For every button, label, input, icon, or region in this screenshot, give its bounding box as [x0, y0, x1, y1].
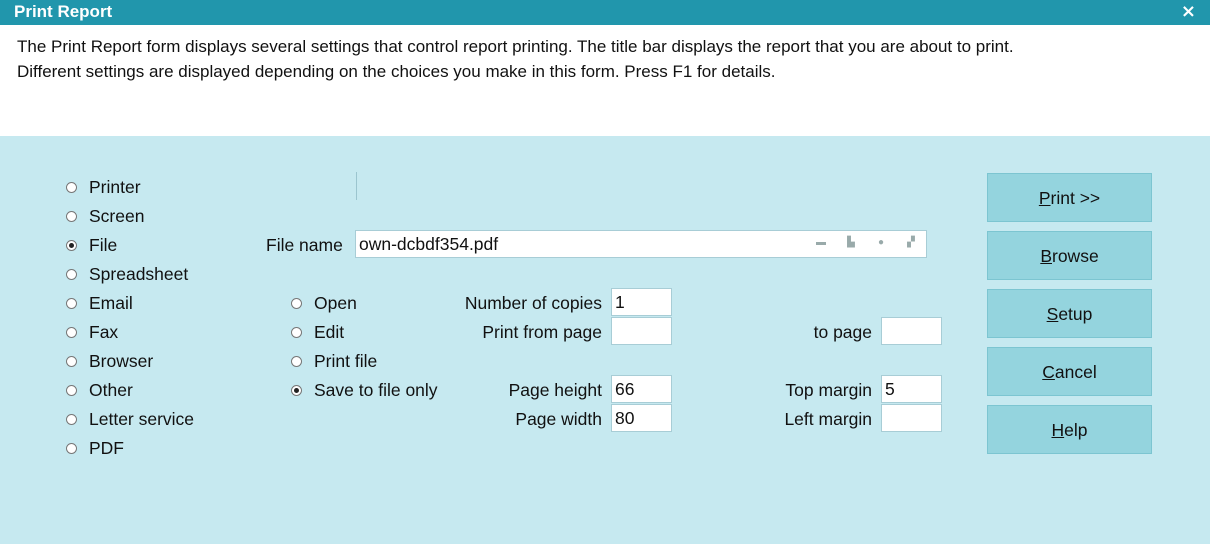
radio-label: Print file [314, 350, 378, 371]
browse-label: rowse [1052, 246, 1099, 266]
radio-label: PDF [89, 437, 124, 458]
radio-icon [66, 384, 77, 396]
cancel-label: ancel [1054, 362, 1097, 382]
radio-other[interactable]: Other [66, 378, 133, 402]
folder-icon[interactable]: ▬ [814, 237, 828, 249]
radio-label: Browser [89, 350, 154, 371]
setup-button[interactable]: Setup [987, 289, 1152, 338]
from-page-label: Print from page [482, 322, 602, 342]
radio-open[interactable]: Open [291, 291, 357, 315]
radio-print-file[interactable]: Print file [291, 349, 377, 373]
radio-checked-icon [66, 239, 77, 251]
top-margin-label: Top margin [785, 380, 872, 400]
radio-email[interactable]: Email [66, 291, 133, 315]
radio-icon [66, 442, 77, 454]
radio-label: Other [89, 379, 133, 400]
clear-icon[interactable]: ● [874, 237, 888, 249]
file-name-value: own-dcbdf354.pdf [359, 234, 499, 254]
file-name-label: File name [266, 235, 343, 255]
radio-spreadsheet[interactable]: Spreadsheet [66, 262, 188, 286]
copies-input[interactable]: 1 [611, 288, 672, 316]
vertical-divider [356, 172, 357, 200]
file-name-input[interactable]: own-dcbdf354.pdf ▬ ▙ ● ▞ [355, 230, 927, 258]
help-accel: H [1051, 420, 1065, 440]
radio-label: Printer [89, 176, 141, 197]
radio-edit[interactable]: Edit [291, 320, 344, 344]
radio-icon [66, 210, 77, 222]
radio-letter-service[interactable]: Letter service [66, 407, 194, 431]
from-page-input[interactable] [611, 317, 672, 345]
file-icons: ▬ ▙ ● ▞ [814, 237, 918, 249]
radio-icon [291, 297, 302, 309]
radio-pdf[interactable]: PDF [66, 436, 124, 460]
radio-label: File [89, 234, 118, 255]
close-icon[interactable]: × [1181, 1, 1196, 22]
radio-browser[interactable]: Browser [66, 349, 153, 373]
print-button[interactable]: Print >> [987, 173, 1152, 222]
print-label: rint >> [1050, 188, 1101, 208]
radio-label: Email [89, 292, 133, 313]
setup-label: etup [1058, 304, 1093, 324]
radio-file[interactable]: File [66, 233, 117, 257]
radio-icon [66, 326, 77, 338]
radio-fax[interactable]: Fax [66, 320, 118, 344]
radio-screen[interactable]: Screen [66, 204, 144, 228]
copies-label: Number of copies [464, 293, 602, 313]
browse-accel: B [1040, 246, 1052, 266]
top-margin-input[interactable]: 5 [881, 375, 942, 403]
radio-icon [66, 181, 77, 193]
page-height-label: Page height [508, 380, 602, 400]
description-line-1: The Print Report form displays several s… [17, 37, 1014, 56]
radio-printer[interactable]: Printer [66, 175, 141, 199]
radio-label: Fax [89, 321, 119, 342]
cancel-button[interactable]: Cancel [987, 347, 1152, 396]
page-width-label: Page width [515, 409, 602, 429]
page-height-input[interactable]: 66 [611, 375, 672, 403]
window-title: Print Report [14, 2, 113, 21]
lock-search-icon[interactable]: ▞ [904, 237, 918, 249]
radio-label: Edit [314, 321, 345, 342]
print-accel: P [1038, 188, 1051, 208]
radio-label: Open [314, 292, 357, 313]
printer-icon[interactable]: ▙ [844, 237, 858, 249]
radio-icon [291, 355, 302, 367]
description-panel: The Print Report form displays several s… [0, 25, 1210, 136]
to-page-input[interactable] [881, 317, 942, 345]
cancel-accel: C [1042, 362, 1055, 382]
radio-icon [66, 297, 77, 309]
radio-icon [66, 355, 77, 367]
radio-label: Spreadsheet [89, 263, 189, 284]
radio-icon [66, 413, 77, 425]
left-margin-label: Left margin [784, 409, 872, 429]
help-label: elp [1064, 420, 1088, 440]
to-page-label: to page [813, 322, 872, 342]
radio-icon [291, 326, 302, 338]
radio-label: Letter service [89, 408, 195, 429]
page-width-input[interactable]: 80 [611, 404, 672, 432]
help-button[interactable]: Help [987, 405, 1152, 454]
radio-checked-icon [291, 384, 302, 396]
left-margin-input[interactable] [881, 404, 942, 432]
radio-label: Screen [89, 205, 145, 226]
title-bar: Print Report × [0, 0, 1210, 25]
browse-button[interactable]: Browse [987, 231, 1152, 280]
description-line-2: Different settings are displayed dependi… [17, 62, 776, 81]
setup-accel: S [1046, 304, 1059, 324]
radio-icon [66, 268, 77, 280]
